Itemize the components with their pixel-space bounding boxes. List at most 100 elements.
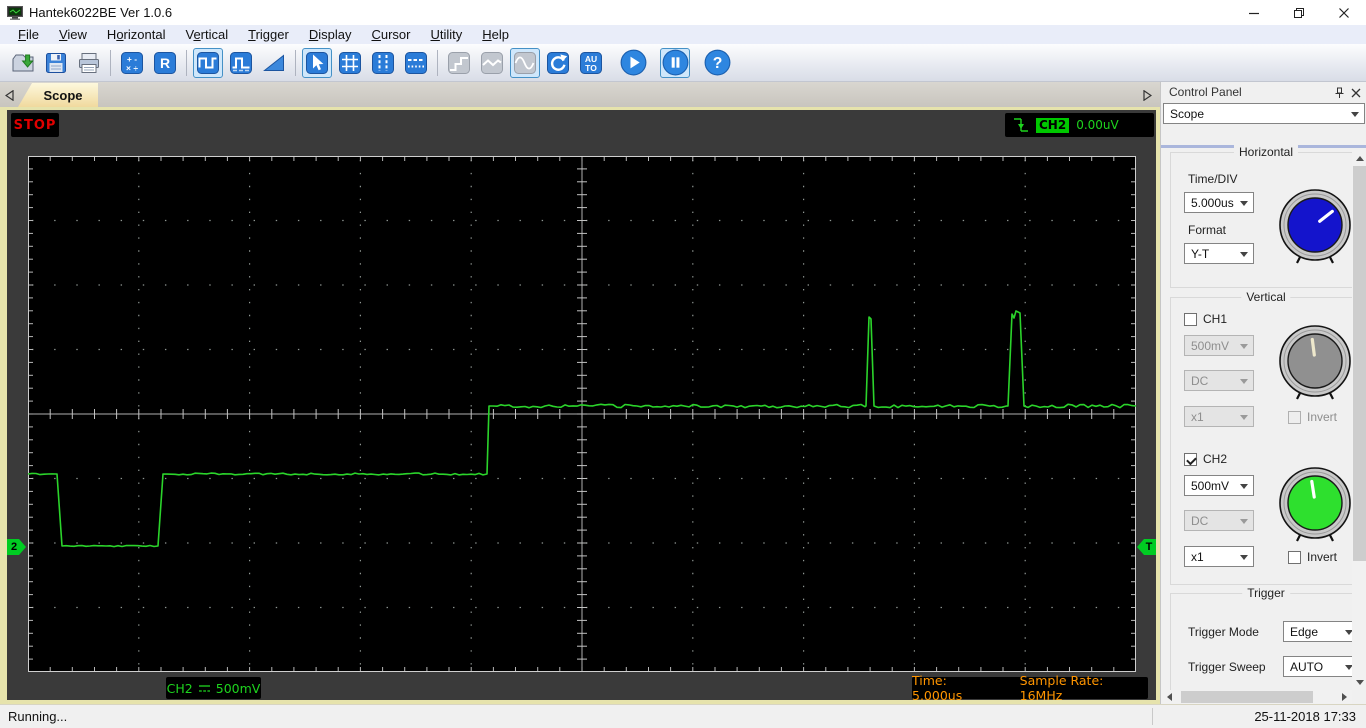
trigger-channel-badge: CH2 (1036, 117, 1070, 133)
svg-text:× ÷: × ÷ (126, 63, 138, 73)
tab-scope[interactable]: Scope (18, 83, 98, 107)
window-title: Hantek6022BE Ver 1.0.6 (29, 5, 173, 20)
ch1-coupling-select[interactable]: DC (1184, 370, 1254, 391)
toolbar-refresh-button[interactable] (543, 48, 573, 78)
toolbar-horizontal-cursors-button[interactable] (401, 48, 431, 78)
toolbar-sine-interpolation-button[interactable] (510, 47, 540, 78)
menu-item-vertical[interactable]: Vertical (175, 25, 238, 44)
trigger-level-marker[interactable]: T (1137, 539, 1156, 555)
toolbar-print-button[interactable] (74, 48, 104, 78)
waveform-display[interactable] (27, 156, 1137, 672)
pin-button[interactable] (1333, 86, 1346, 99)
menu-bar: File View Horizontal Vertical Trigger Display… (0, 25, 1366, 44)
toolbar-pause-button[interactable] (660, 47, 690, 78)
app-icon (7, 5, 23, 20)
timediv-value: 5.000us (1191, 195, 1234, 210)
menu-item-display[interactable]: Display (299, 25, 362, 44)
status-datetime: 25-11-2018 17:33 (1254, 709, 1356, 724)
panel-close-button[interactable] (1349, 86, 1362, 99)
menu-item-horizontal[interactable]: Horizontal (97, 25, 176, 44)
pause-icon (662, 49, 688, 76)
ch1-volts-select[interactable]: 500mV (1184, 335, 1254, 356)
panel-mode-select[interactable]: Scope (1163, 103, 1365, 124)
timediv-label: Time/DIV (1188, 172, 1238, 186)
toolbar-open-button[interactable] (8, 48, 38, 78)
ch2-coupling-select[interactable]: DC (1184, 510, 1254, 531)
scroll-down-button[interactable] (1352, 674, 1366, 690)
close-button[interactable] (1321, 0, 1366, 25)
ch1-probe-select[interactable]: x1 (1184, 406, 1254, 427)
run-icon (620, 49, 646, 76)
menu-item-help[interactable]: Help (472, 25, 519, 44)
toolbar-run-button[interactable] (618, 48, 648, 78)
format-value: Y-T (1191, 246, 1210, 261)
toolbar-grid-button[interactable] (335, 48, 365, 78)
scroll-up-button[interactable] (1352, 150, 1366, 166)
format-label: Format (1188, 223, 1227, 237)
ch1-label: CH1 (1203, 312, 1228, 326)
toolbar-step-interpolation-button[interactable] (444, 48, 474, 78)
tab-scroll-left-button[interactable] (2, 87, 16, 103)
menu-item-cursor[interactable]: Cursor (361, 25, 420, 44)
toolbar-ramp-button[interactable] (259, 48, 289, 78)
trigger-group-title: Trigger (1242, 586, 1290, 600)
ch2-volts-select[interactable]: 500mV (1184, 475, 1254, 496)
ch1-checkbox[interactable] (1184, 313, 1197, 326)
menu-item-utility[interactable]: Utility (421, 25, 473, 44)
chevron-right-icon (1142, 89, 1152, 101)
restore-button[interactable] (1276, 0, 1321, 25)
menu-item-file[interactable]: File (8, 25, 49, 44)
help-icon: ? (704, 49, 730, 76)
square-wave-icon (197, 51, 219, 74)
waveform-canvas[interactable] (27, 156, 1137, 672)
ch2-volts-value: 500mV (1191, 478, 1230, 493)
toolbar-autoset-button[interactable]: AU TO (576, 48, 606, 78)
svg-text:?: ? (712, 55, 722, 72)
scroll-right-button[interactable] (1336, 690, 1352, 704)
toolbar-pulse-wave-button[interactable] (226, 48, 256, 78)
dc-coupling-icon (198, 684, 210, 692)
horizontal-position-knob[interactable] (1273, 183, 1357, 267)
ch1-invert-checkbox[interactable] (1288, 411, 1301, 424)
toolbar-cursor-arrow-button[interactable] (302, 47, 332, 78)
toolbar-math-button[interactable]: + - × ÷ (117, 48, 147, 78)
ch1-position-knob[interactable] (1273, 319, 1357, 403)
menu-item-trigger[interactable]: Trigger (238, 25, 299, 44)
autoset-icon: AUTO (580, 51, 602, 74)
tab-scroll-right-button[interactable] (1140, 87, 1154, 103)
toolbar-reference-button[interactable]: R (150, 48, 180, 78)
toolbar-help-button[interactable]: ? (702, 48, 732, 78)
timediv-select[interactable]: 5.000us (1184, 192, 1254, 213)
trigger-sweep-label: Trigger Sweep (1188, 660, 1266, 674)
horizontal-scroll-thumb[interactable] (1181, 691, 1313, 703)
chevron-down-icon (1240, 415, 1248, 420)
toolbar-save-button[interactable] (41, 48, 71, 78)
ch2-position-marker[interactable]: 2 (7, 539, 26, 555)
ch2-probe-select[interactable]: x1 (1184, 546, 1254, 567)
status-bar: Running... 25-11-2018 17:33 (0, 704, 1366, 728)
ch2-checkbox[interactable] (1184, 453, 1197, 466)
panel-vertical-scrollbar[interactable] (1352, 150, 1366, 690)
panel-horizontal-scrollbar[interactable] (1161, 690, 1352, 704)
scroll-left-button[interactable] (1161, 690, 1177, 704)
menu-item-view[interactable]: View (49, 25, 97, 44)
toolbar-square-wave-button[interactable] (193, 47, 223, 78)
toolbar-linear-interpolation-button[interactable] (477, 48, 507, 78)
toolbar: + - × ÷ R AU TO? (0, 44, 1366, 82)
ch2-invert-checkbox[interactable] (1288, 551, 1301, 564)
trigger-mode-select[interactable]: Edge (1283, 621, 1359, 642)
minimize-button[interactable] (1231, 0, 1276, 25)
chevron-down-icon (1240, 555, 1248, 560)
chevron-down-icon (1351, 112, 1359, 117)
vertical-scroll-thumb[interactable] (1353, 166, 1366, 561)
ch1-coupling-value: DC (1191, 373, 1209, 388)
format-select[interactable]: Y-T (1184, 243, 1254, 264)
trigger-sweep-select[interactable]: AUTO (1283, 656, 1359, 677)
ch2-position-marker-label: 2 (10, 541, 18, 553)
svg-text:TO: TO (585, 63, 597, 73)
toolbar-vertical-cursors-button[interactable] (368, 48, 398, 78)
tab-scope-label: Scope (43, 87, 83, 103)
chevron-down-icon (1240, 344, 1248, 349)
acquisition-status-text: STOP (13, 117, 57, 133)
ch2-position-knob[interactable] (1273, 461, 1357, 545)
